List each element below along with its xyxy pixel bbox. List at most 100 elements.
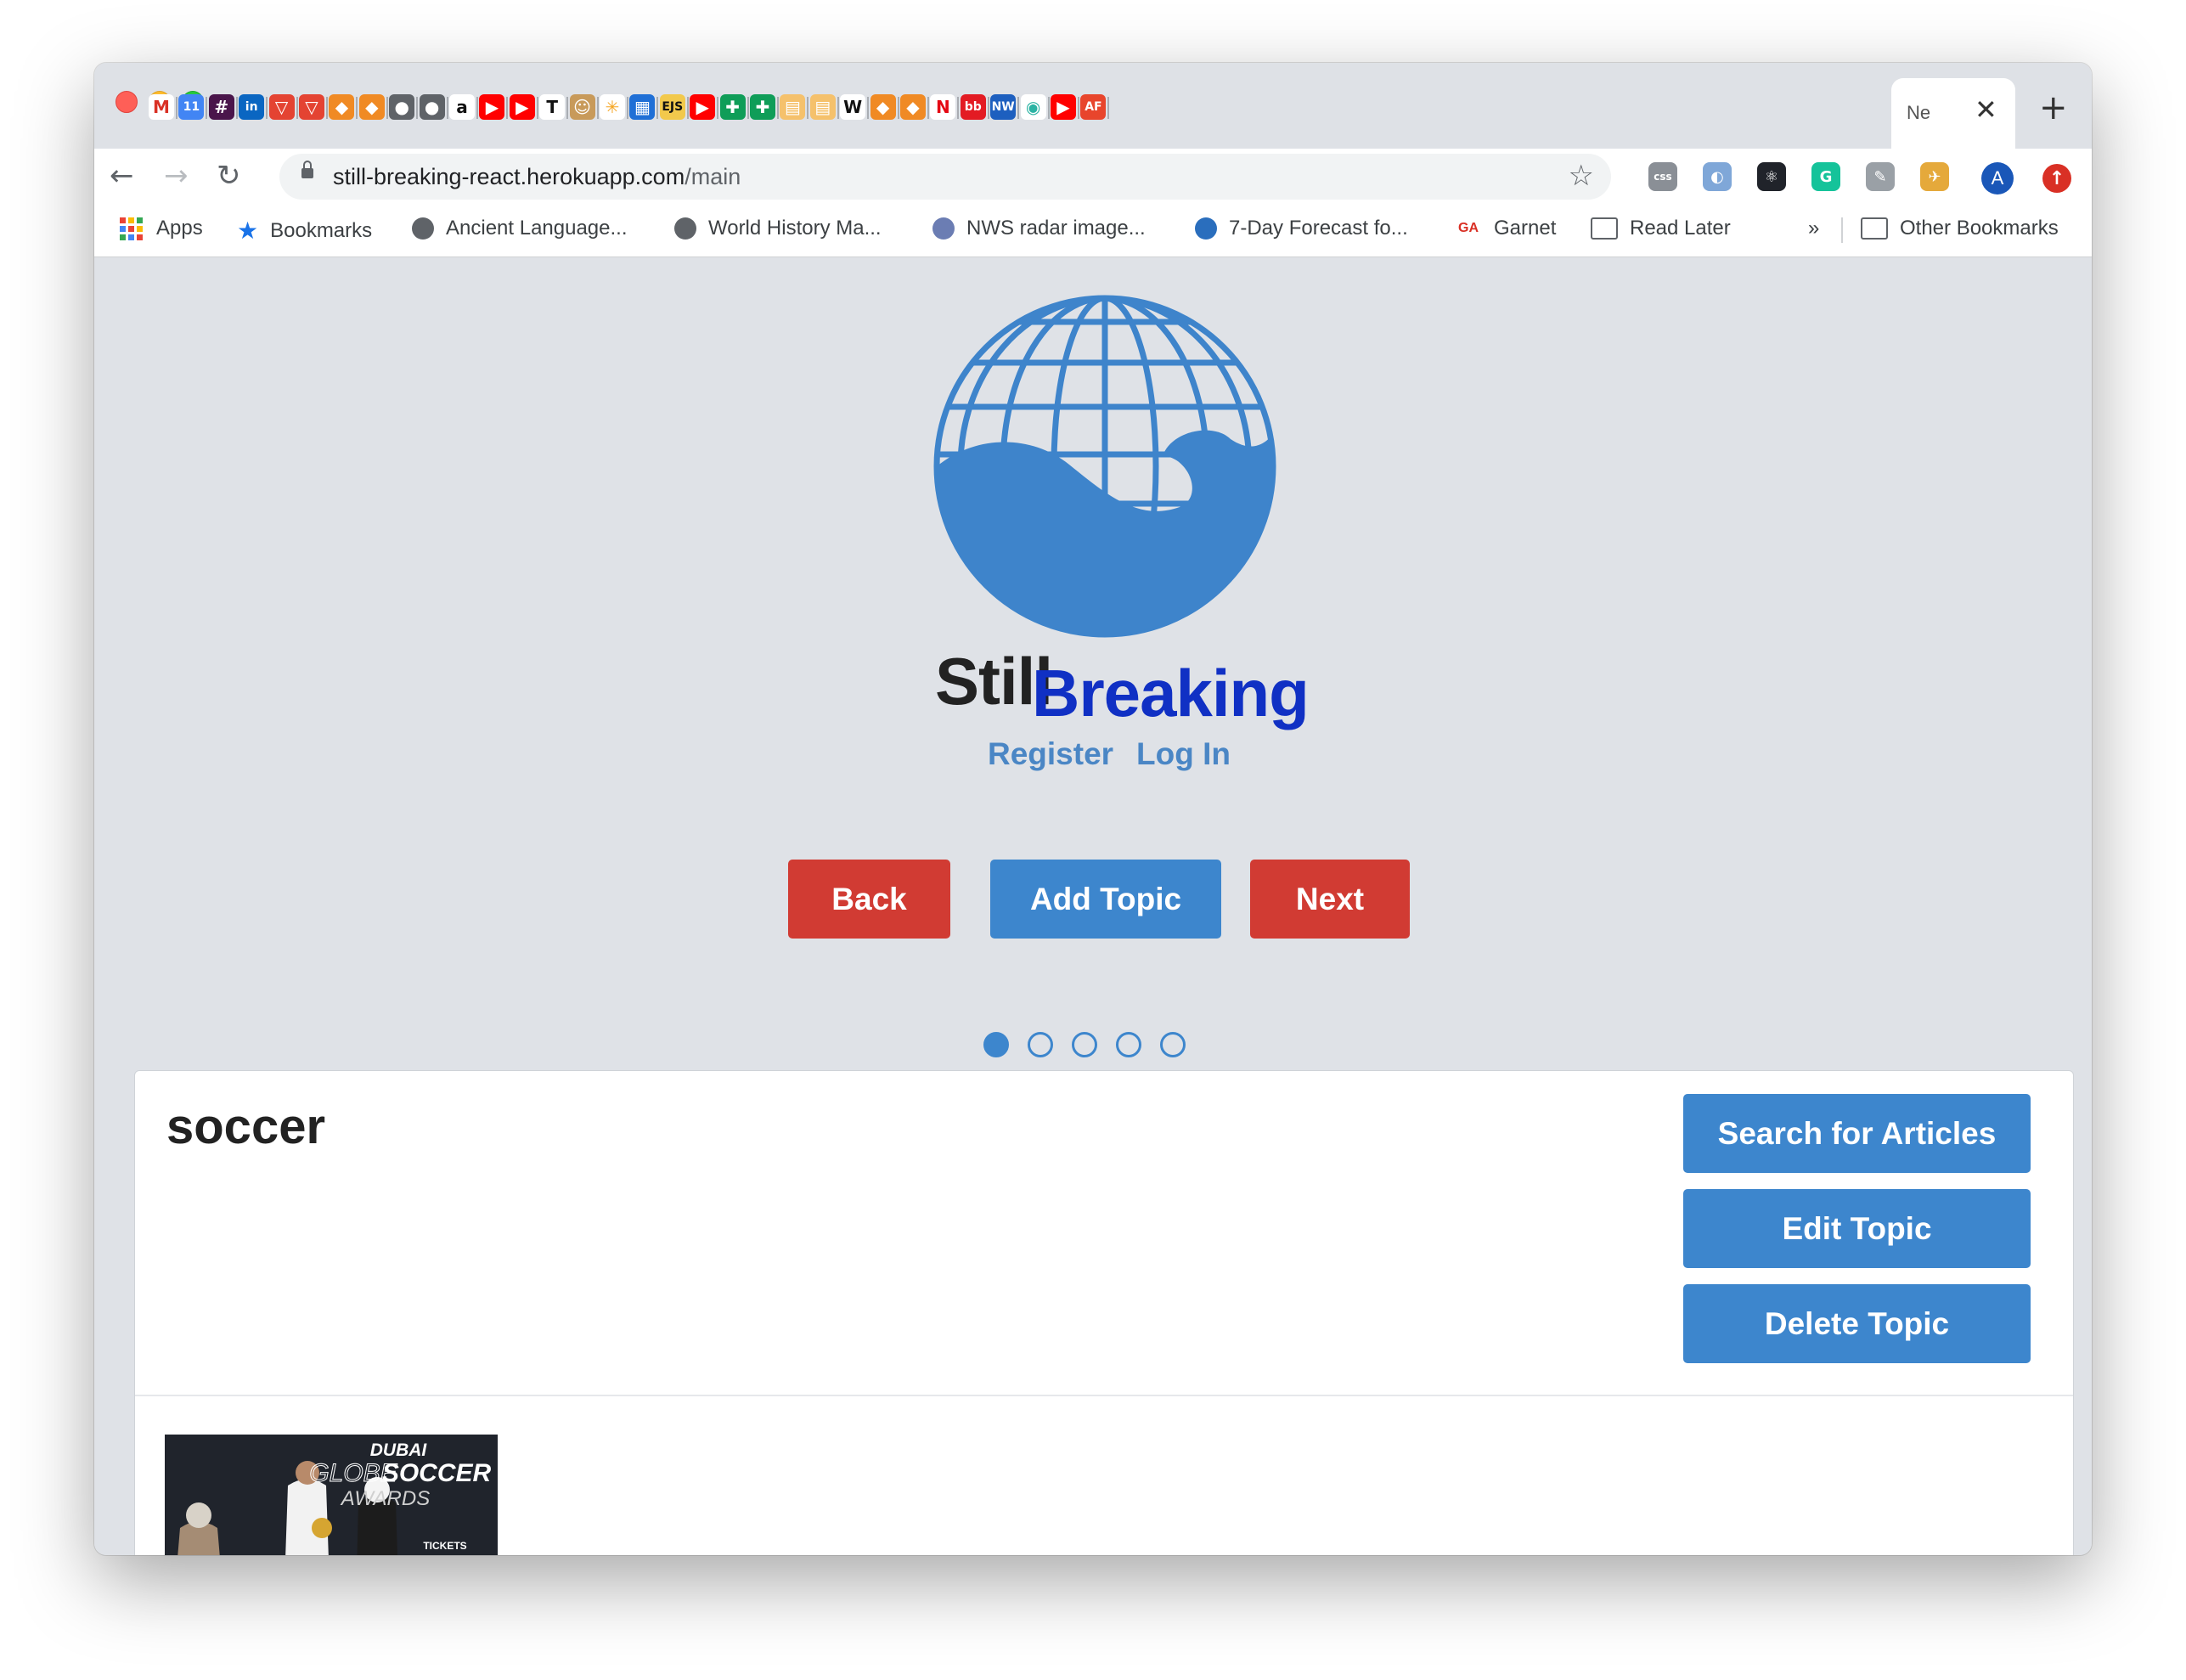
bookmark-garnet[interactable]: GA Garnet xyxy=(1458,217,1556,240)
slack-icon[interactable]: # xyxy=(208,94,234,120)
tab-separator xyxy=(627,97,628,119)
url-text[interactable]: still-breaking-react.herokuapp.com/main xyxy=(333,164,741,190)
gmail-icon[interactable]: M xyxy=(149,94,174,120)
bookmark-bookmarks[interactable]: ★ Bookmarks xyxy=(237,217,372,245)
tab-separator xyxy=(1078,97,1079,119)
profile-avatar[interactable]: A xyxy=(1981,162,2014,194)
sheets-icon[interactable]: ✚ xyxy=(719,94,746,120)
pager-dot[interactable] xyxy=(983,1032,1009,1057)
bookmarks-overflow-button[interactable]: » xyxy=(1808,217,1819,240)
todoist-icon[interactable]: ▽ xyxy=(299,94,324,120)
ufo-extension-icon[interactable]: ✈ xyxy=(1920,162,1949,191)
wikipedia-icon[interactable]: W xyxy=(840,94,866,120)
ejs-icon[interactable]: EJS xyxy=(659,94,685,120)
package-icon[interactable]: ◆ xyxy=(870,94,896,120)
tab-separator xyxy=(296,97,298,119)
bookmark-star-icon[interactable]: ☆ xyxy=(1569,159,1594,193)
book-icon[interactable]: ▤ xyxy=(809,94,836,120)
globe-icon[interactable]: ● xyxy=(419,94,445,120)
tab-strip: M 11 # in ▽ ▽ ◆ ◆ ● ● a ▶ ▶ T ☺ ✳ ▦ EJS ▶ ✚ ✚ ▤ ▤ W ◆ ◆ Nbb NW ◉ ▶ AF … xyxy=(94,63,2092,149)
pager-dot[interactable] xyxy=(1160,1032,1186,1057)
add-topic-button[interactable]: Add Topic xyxy=(990,860,1221,939)
tab-separator xyxy=(867,97,870,119)
close-window-button[interactable] xyxy=(115,91,138,113)
nw-icon[interactable]: NW xyxy=(990,94,1017,120)
sheets-icon[interactable]: ✚ xyxy=(750,94,775,120)
forward-arrow-icon[interactable]: → xyxy=(164,159,189,193)
grammarly-icon[interactable]: G xyxy=(1811,162,1840,191)
back-arrow-icon[interactable]: ← xyxy=(110,159,134,193)
pager-dot[interactable] xyxy=(1116,1032,1141,1057)
bookmark-label: Ancient Language... xyxy=(446,217,628,240)
bookmark-other[interactable]: Other Bookmarks xyxy=(1861,217,2059,240)
bookmark-nws-radar[interactable]: NWS radar image... xyxy=(932,217,1146,240)
package-icon[interactable]: ◆ xyxy=(900,94,926,120)
pager-dot[interactable] xyxy=(1072,1032,1097,1057)
radar-icon xyxy=(932,217,955,240)
lock-icon xyxy=(301,161,313,178)
bookmark-label: NWS radar image... xyxy=(966,217,1146,240)
bookmark-ancient-language[interactable]: Ancient Language... xyxy=(412,217,628,240)
back-button[interactable]: Back xyxy=(788,860,950,939)
af-icon[interactable]: AF xyxy=(1080,94,1107,120)
amazon-icon[interactable]: a xyxy=(449,94,475,120)
tab-separator xyxy=(446,97,448,119)
dashboard-icon[interactable]: ▦ xyxy=(629,94,656,120)
article-thumbnail[interactable]: DUBAI GLOBE SOCCER AWARDS TICKETS xyxy=(165,1435,498,1555)
globe-icon xyxy=(412,217,434,240)
bookmark-read-later[interactable]: Read Later xyxy=(1591,217,1731,240)
apps-grid-icon xyxy=(120,217,143,240)
bookmark-label: Other Bookmarks xyxy=(1900,217,2059,240)
globe-icon[interactable]: ● xyxy=(389,94,415,120)
register-link[interactable]: Register xyxy=(988,736,1113,772)
linkedin-icon[interactable]: in xyxy=(239,94,265,120)
book-icon[interactable]: ▤ xyxy=(780,94,806,120)
eye-icon[interactable]: ◉ xyxy=(1020,94,1046,120)
address-bar[interactable]: still-breaking-react.herokuapp.com/main … xyxy=(279,154,1611,200)
globe-logo-icon xyxy=(933,295,1276,638)
delete-topic-button[interactable]: Delete Topic xyxy=(1683,1284,2031,1363)
bb-icon[interactable]: bb xyxy=(960,94,986,120)
circle-extension-icon[interactable]: ◐ xyxy=(1703,162,1732,191)
active-tab[interactable]: Ne ✕ xyxy=(1891,78,2015,149)
package-icon[interactable]: ◆ xyxy=(358,94,385,120)
bookmark-label: 7-Day Forecast fo... xyxy=(1229,217,1408,240)
thumbnail-sponsor: TICKETS xyxy=(423,1540,466,1552)
bookmark-world-history[interactable]: World History Ma... xyxy=(674,217,882,240)
edit-topic-button[interactable]: Edit Topic xyxy=(1683,1189,2031,1268)
pager-dot[interactable] xyxy=(1028,1032,1053,1057)
calendar-icon[interactable]: 11 xyxy=(178,94,205,120)
react-devtools-icon[interactable]: ⚛ xyxy=(1757,162,1786,191)
youtube-icon[interactable]: ▶ xyxy=(479,94,505,120)
youtube-icon[interactable]: ▶ xyxy=(1051,94,1076,120)
tab-separator xyxy=(206,97,208,119)
spark-icon[interactable]: ✳ xyxy=(600,94,625,120)
youtube-icon[interactable]: ▶ xyxy=(690,94,716,120)
new-tab-button[interactable]: + xyxy=(2039,88,2068,127)
youtube-icon[interactable]: ▶ xyxy=(509,94,535,120)
bookmark-label: Garnet xyxy=(1494,217,1557,240)
bookmark-7-day-forecast[interactable]: 7-Day Forecast fo... xyxy=(1195,217,1408,240)
bookmark-label: Bookmarks xyxy=(270,218,373,242)
meerkat-icon[interactable]: ☺ xyxy=(569,94,595,120)
todoist-icon[interactable]: ▽ xyxy=(268,94,295,120)
login-link[interactable]: Log In xyxy=(1136,736,1231,772)
nytimes-icon[interactable]: T xyxy=(539,94,566,120)
eyedropper-icon[interactable]: ✎ xyxy=(1866,162,1895,191)
next-button[interactable]: Next xyxy=(1250,860,1410,939)
tab-separator xyxy=(536,97,538,119)
netflix-icon[interactable]: N xyxy=(930,94,956,120)
close-tab-icon[interactable]: ✕ xyxy=(1975,93,1997,126)
globe-icon xyxy=(674,217,696,240)
thumbnail-line3: AWARDS xyxy=(340,1487,430,1510)
bookmark-label: Read Later xyxy=(1630,217,1731,240)
search-articles-button[interactable]: Search for Articles xyxy=(1683,1094,2031,1173)
css-extension-icon[interactable]: css xyxy=(1648,162,1677,191)
bookmarks-divider xyxy=(1841,217,1843,243)
update-icon[interactable]: ↑ xyxy=(2042,164,2071,193)
reload-icon[interactable]: ↻ xyxy=(217,159,241,193)
star-icon: ★ xyxy=(237,217,259,245)
bookmark-apps[interactable]: Apps xyxy=(120,217,203,240)
package-icon[interactable]: ◆ xyxy=(329,94,355,120)
browser-toolbar: ← → ↻ still-breaking-react.herokuapp.com… xyxy=(94,149,2092,204)
